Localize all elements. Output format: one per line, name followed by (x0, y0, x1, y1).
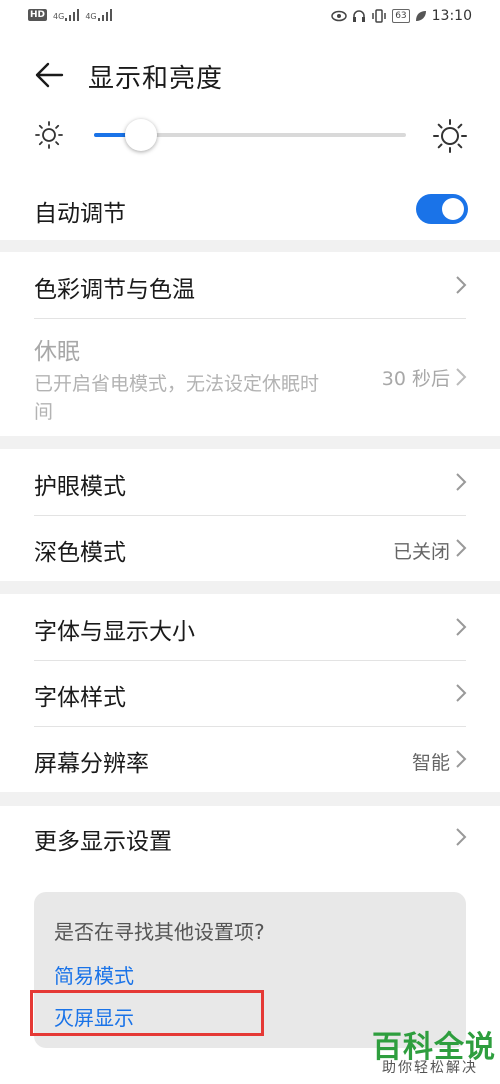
auto-adjust-label: 自动调节 (34, 201, 126, 227)
more-display-label: 更多显示设置 (34, 829, 172, 855)
chevron-right-icon (456, 750, 467, 768)
battery-icon: 63 (392, 9, 410, 23)
watermark-subtitle: 助你轻松解决 (382, 1060, 478, 1076)
eye-comfort-label: 护眼模式 (34, 474, 126, 500)
dark-mode-value: 已关闭 (392, 541, 450, 563)
dark-mode-label: 深色模式 (34, 540, 126, 566)
network-type-1: 4G (53, 12, 65, 21)
brightness-slider-thumb[interactable] (124, 119, 157, 151)
color-sleep-card: 色彩调节与色温 休眠 已开启省电模式，无法设定休眠时间 30 秒后 (0, 252, 500, 436)
resolution-item[interactable]: 屏幕分辨率 智能 (0, 726, 500, 792)
resolution-label: 屏幕分辨率 (34, 751, 149, 777)
chevron-right-icon (456, 618, 467, 636)
suggestion-question: 是否在寻找其他设置项? (54, 920, 265, 944)
brightness-high-icon (433, 119, 467, 153)
sleep-item: 休眠 已开启省电模式，无法设定休眠时间 30 秒后 (0, 318, 500, 436)
leaf-icon (415, 11, 426, 21)
color-temperature-label: 色彩调节与色温 (34, 277, 195, 303)
sleep-label: 休眠 (34, 339, 80, 365)
chevron-right-icon (456, 276, 467, 294)
font-size-label: 字体与显示大小 (34, 619, 195, 645)
auto-adjust-row[interactable]: 自动调节 (0, 182, 500, 238)
eye-dark-card: 护眼模式 深色模式 已关闭 (0, 449, 500, 581)
headphones-icon (353, 10, 366, 22)
chevron-right-icon (456, 684, 467, 702)
simple-mode-link[interactable]: 简易模式 (54, 960, 134, 989)
toggle-knob (442, 198, 464, 220)
font-resolution-card: 字体与显示大小 字体样式 屏幕分辨率 智能 (0, 594, 500, 792)
network-type-2: 4G (85, 12, 97, 21)
sleep-description: 已开启省电模式，无法设定休眠时间 (34, 373, 320, 423)
eye-icon (331, 10, 347, 22)
font-style-item[interactable]: 字体样式 (0, 660, 500, 726)
font-style-label: 字体样式 (34, 685, 126, 711)
signal-icon-1: 4G (53, 9, 80, 21)
chevron-right-icon (456, 539, 467, 557)
page-title: 显示和亮度 (88, 64, 224, 94)
highlight-box (30, 990, 264, 1036)
vibrate-icon (372, 9, 386, 23)
brightness-low-icon (35, 121, 63, 149)
chevron-right-icon (456, 473, 467, 491)
status-bar: HD 4G 4G 63 13:10 (0, 0, 500, 36)
brightness-row (0, 112, 500, 158)
chevron-right-icon (456, 828, 467, 846)
color-temperature-item[interactable]: 色彩调节与色温 (0, 252, 500, 318)
signal-icon-2: 4G (85, 9, 112, 21)
font-size-item[interactable]: 字体与显示大小 (0, 594, 500, 660)
sleep-value: 30 秒后 (381, 368, 450, 390)
back-arrow-icon[interactable] (32, 60, 66, 90)
hd-badge: HD (28, 9, 48, 21)
brightness-slider[interactable] (94, 119, 406, 151)
top-panel: HD 4G 4G 63 13:10 显示和亮度 自动调节 (0, 0, 500, 240)
clock: 13:10 (431, 8, 472, 24)
header: 显示和亮度 (0, 52, 500, 98)
resolution-value: 智能 (411, 752, 450, 774)
eye-comfort-item[interactable]: 护眼模式 (0, 449, 500, 515)
auto-adjust-toggle[interactable] (416, 194, 468, 224)
dark-mode-item[interactable]: 深色模式 已关闭 (0, 515, 500, 581)
chevron-right-icon (456, 368, 467, 386)
more-display-item[interactable]: 更多显示设置 (0, 806, 500, 872)
